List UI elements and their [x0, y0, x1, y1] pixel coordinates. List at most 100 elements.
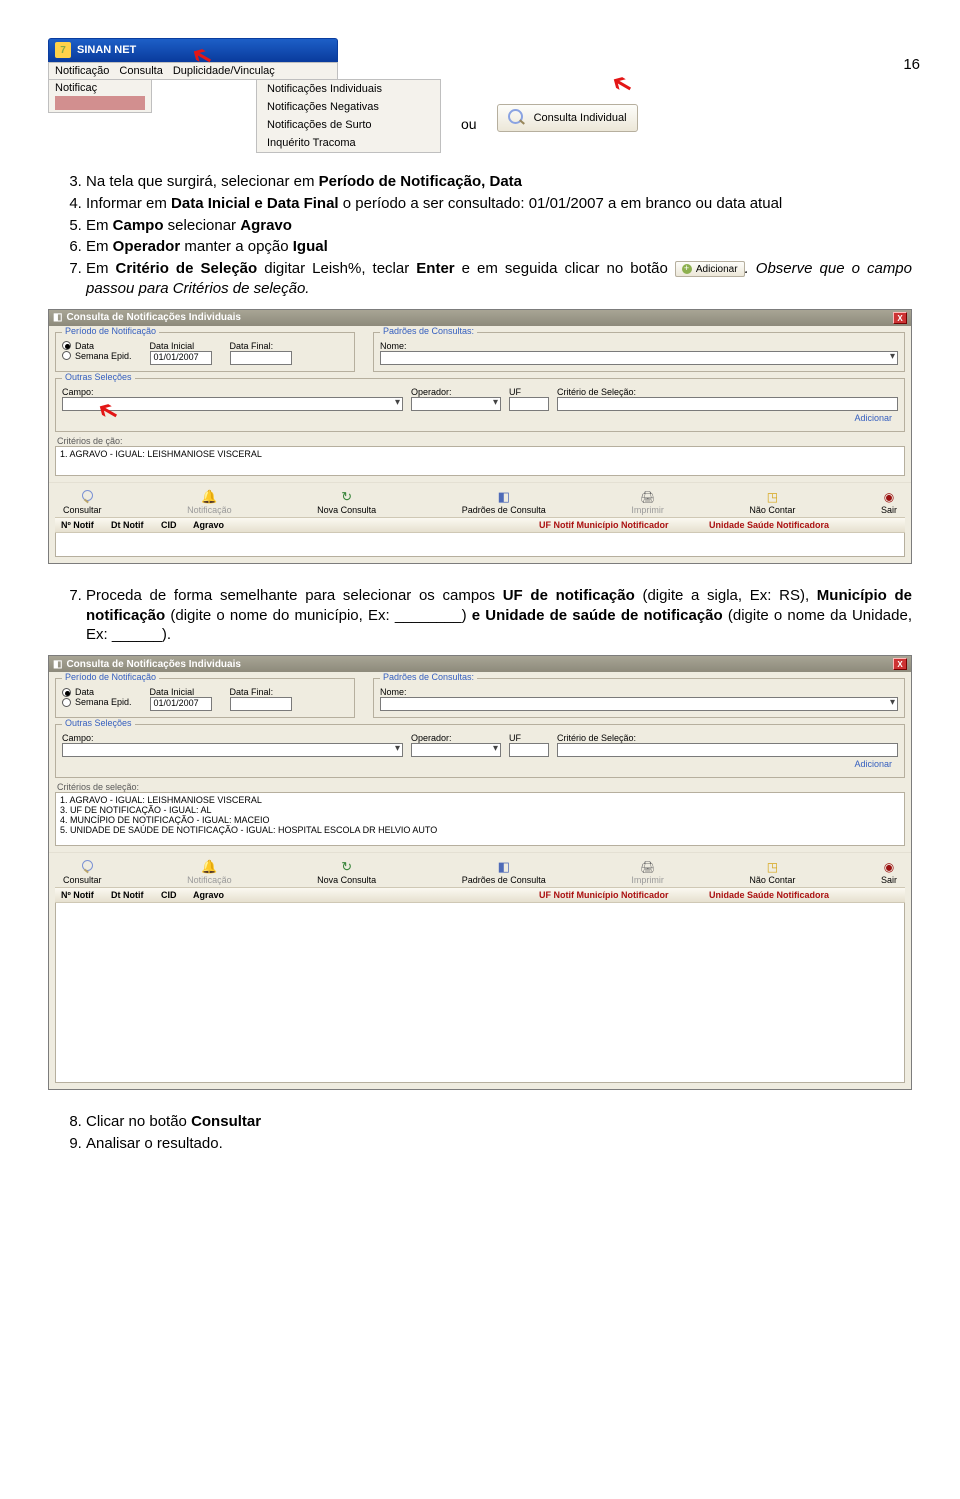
fs-padroes: Padrões de Consultas: Nome: — [373, 332, 905, 372]
link-adicionar[interactable]: Adicionar — [62, 411, 898, 425]
radio-data[interactable]: Data — [62, 341, 132, 351]
stop-icon: ◉ — [881, 489, 897, 505]
legend-periodo: Período de Notificação — [62, 672, 159, 682]
tool-consultar[interactable]: Consultar — [63, 489, 102, 515]
radio-data[interactable]: Data — [62, 687, 132, 697]
tool-nova-consulta[interactable]: ↻Nova Consulta — [317, 859, 376, 885]
legend-padroes: Padrões de Consultas: — [380, 672, 477, 682]
input-data-inicial[interactable]: 01/01/2007 — [150, 351, 212, 365]
app-title: SINAN NET — [77, 44, 136, 56]
count-icon: ◳ — [749, 859, 795, 875]
radio-semana[interactable]: Semana Epid. — [62, 351, 132, 361]
legend-padroes: Padrões de Consultas: — [380, 326, 477, 336]
input-data-inicial[interactable]: 01/01/2007 — [150, 697, 212, 711]
dropdown-surto[interactable]: Notificações de Surto — [257, 116, 440, 134]
bell-icon: 🔔 — [187, 859, 232, 875]
step-5: Em Campo selecionar Agravo — [86, 216, 912, 236]
select-nome[interactable] — [380, 697, 898, 711]
criteria-item: 1. AGRAVO - IGUAL: LEISHMANIOSE VISCERAL — [60, 795, 900, 805]
select-operador[interactable] — [411, 743, 501, 757]
search-icon — [508, 109, 526, 127]
tool-sair[interactable]: ◉Sair — [881, 489, 897, 515]
crit-legend: Critérios de seleção: — [49, 778, 911, 792]
select-nome[interactable] — [380, 351, 898, 365]
dropdown-tracoma[interactable]: Inquérito Tracoma — [257, 134, 440, 152]
step-4: Informar em Data Inicial e Data Final o … — [86, 194, 912, 214]
dialog-titlebar: ◧Consulta de Notificações Individuais X — [49, 656, 911, 672]
dialog-consulta-2: ◧Consulta de Notificações Individuais X … — [48, 655, 912, 1090]
lbl-nome: Nome: — [380, 341, 898, 351]
fs-periodo: Período de Notificação Data Semana Epid.… — [55, 332, 355, 372]
link-adicionar[interactable]: Adicionar — [62, 757, 898, 771]
input-uf[interactable] — [509, 397, 549, 411]
lbl-data-final: Data Final: — [230, 687, 292, 697]
lbl-nome: Nome: — [380, 687, 898, 697]
count-icon: ◳ — [749, 489, 795, 505]
lbl-data-inicial: Data Inicial — [150, 687, 212, 697]
step-7b: Proceda de forma semelhante para selecio… — [86, 586, 912, 645]
dlg-icon: ◧ — [53, 312, 62, 323]
tool-nova-consulta[interactable]: ↻Nova Consulta — [317, 489, 376, 515]
adicionar-button[interactable]: Adicionar — [675, 261, 745, 277]
tool-padroes[interactable]: ◧Padrões de Consulta — [462, 859, 546, 885]
close-icon[interactable]: X — [893, 658, 907, 670]
search-icon — [75, 860, 89, 874]
lbl-criterio: Critério de Seleção: — [557, 387, 898, 397]
fs-outras: Outras Seleções Campo: Operador: UF Crit… — [55, 378, 905, 432]
tool-sair[interactable]: ◉Sair — [881, 859, 897, 885]
tab-strip: Notificaç — [48, 79, 152, 113]
dialog-toolbar: Consultar 🔔Notificação ↻Nova Consulta ◧P… — [49, 852, 911, 887]
tool-nao-contar[interactable]: ◳Não Contar — [749, 859, 795, 885]
instructions-block-3: Clicar no botão Consultar Analisar o res… — [48, 1112, 912, 1154]
fs-outras: Outras Seleções Campo: Operador: UF Crit… — [55, 724, 905, 778]
pattern-icon: ◧ — [462, 859, 546, 875]
dialog-consulta-1: ◧Consulta de Notificações Individuais X … — [48, 309, 912, 564]
criteria-item: 5. UNIDADE DE SAÚDE DE NOTIFICAÇÃO - IGU… — [60, 825, 900, 835]
lbl-operador: Operador: — [411, 733, 501, 743]
step-6: Em Operador manter a opção Igual — [86, 237, 912, 257]
input-criterio[interactable] — [557, 743, 898, 757]
input-criterio[interactable] — [557, 397, 898, 411]
input-data-final[interactable] — [230, 351, 292, 365]
step-7: Em Critério de Seleção digitar Leish%, t… — [86, 259, 912, 299]
fs-padroes: Padrões de Consultas: Nome: — [373, 678, 905, 718]
lbl-data-inicial: Data Inicial — [150, 341, 212, 351]
tab-notificac[interactable]: Notificaç — [55, 82, 97, 94]
instructions-block-1: Na tela que surgirá, selecionar em Perío… — [48, 172, 912, 299]
search-icon — [75, 490, 89, 504]
tool-consultar[interactable]: Consultar — [63, 859, 102, 885]
dlg-icon: ◧ — [53, 659, 62, 670]
dropdown-menu: Notificações Individuais Notificações Ne… — [256, 79, 441, 153]
results-area — [55, 533, 905, 557]
tool-padroes[interactable]: ◧Padrões de Consulta — [462, 489, 546, 515]
criteria-item: 3. UF DE NOTIFICAÇÃO - IGUAL: AL — [60, 805, 900, 815]
legend-outras: Outras Seleções — [62, 718, 135, 728]
results-area — [55, 903, 905, 1083]
lbl-operador: Operador: — [411, 387, 501, 397]
menu-consulta[interactable]: Consulta — [119, 65, 162, 77]
dropdown-negativas[interactable]: Notificações Negativas — [257, 98, 440, 116]
menu-notificacao[interactable]: Notificação — [55, 65, 109, 77]
step-8: Clicar no botão Consultar — [86, 1112, 912, 1132]
step-3: Na tela que surgirá, selecionar em Perío… — [86, 172, 912, 192]
lbl-criterio: Critério de Seleção: — [557, 733, 898, 743]
radio-semana[interactable]: Semana Epid. — [62, 697, 132, 707]
results-header: Nº Notif Dt Notif CID Agravo UF Notif Mu… — [55, 517, 905, 533]
select-campo[interactable] — [62, 743, 403, 757]
tool-imprimir: 🖨Imprimir — [631, 859, 664, 885]
lbl-campo: Campo: — [62, 387, 403, 397]
print-icon: 🖨 — [631, 489, 664, 505]
dropdown-individuais[interactable]: Notificações Individuais — [257, 80, 440, 98]
legend-outras: Outras Seleções — [62, 372, 135, 382]
print-icon: 🖨 — [631, 859, 664, 875]
consulta-individual-button[interactable]: Consulta Individual ➔ — [497, 104, 638, 132]
select-operador[interactable] — [411, 397, 501, 411]
input-data-final[interactable] — [230, 697, 292, 711]
app-icon: 7 — [55, 42, 71, 58]
tool-nao-contar[interactable]: ◳Não Contar — [749, 489, 795, 515]
tool-notificacao: 🔔Notificação — [187, 859, 232, 885]
close-icon[interactable]: X — [893, 312, 907, 324]
criteria-list: 1. AGRAVO - IGUAL: LEISHMANIOSE VISCERAL… — [55, 792, 905, 846]
input-uf[interactable] — [509, 743, 549, 757]
stop-icon: ◉ — [881, 859, 897, 875]
